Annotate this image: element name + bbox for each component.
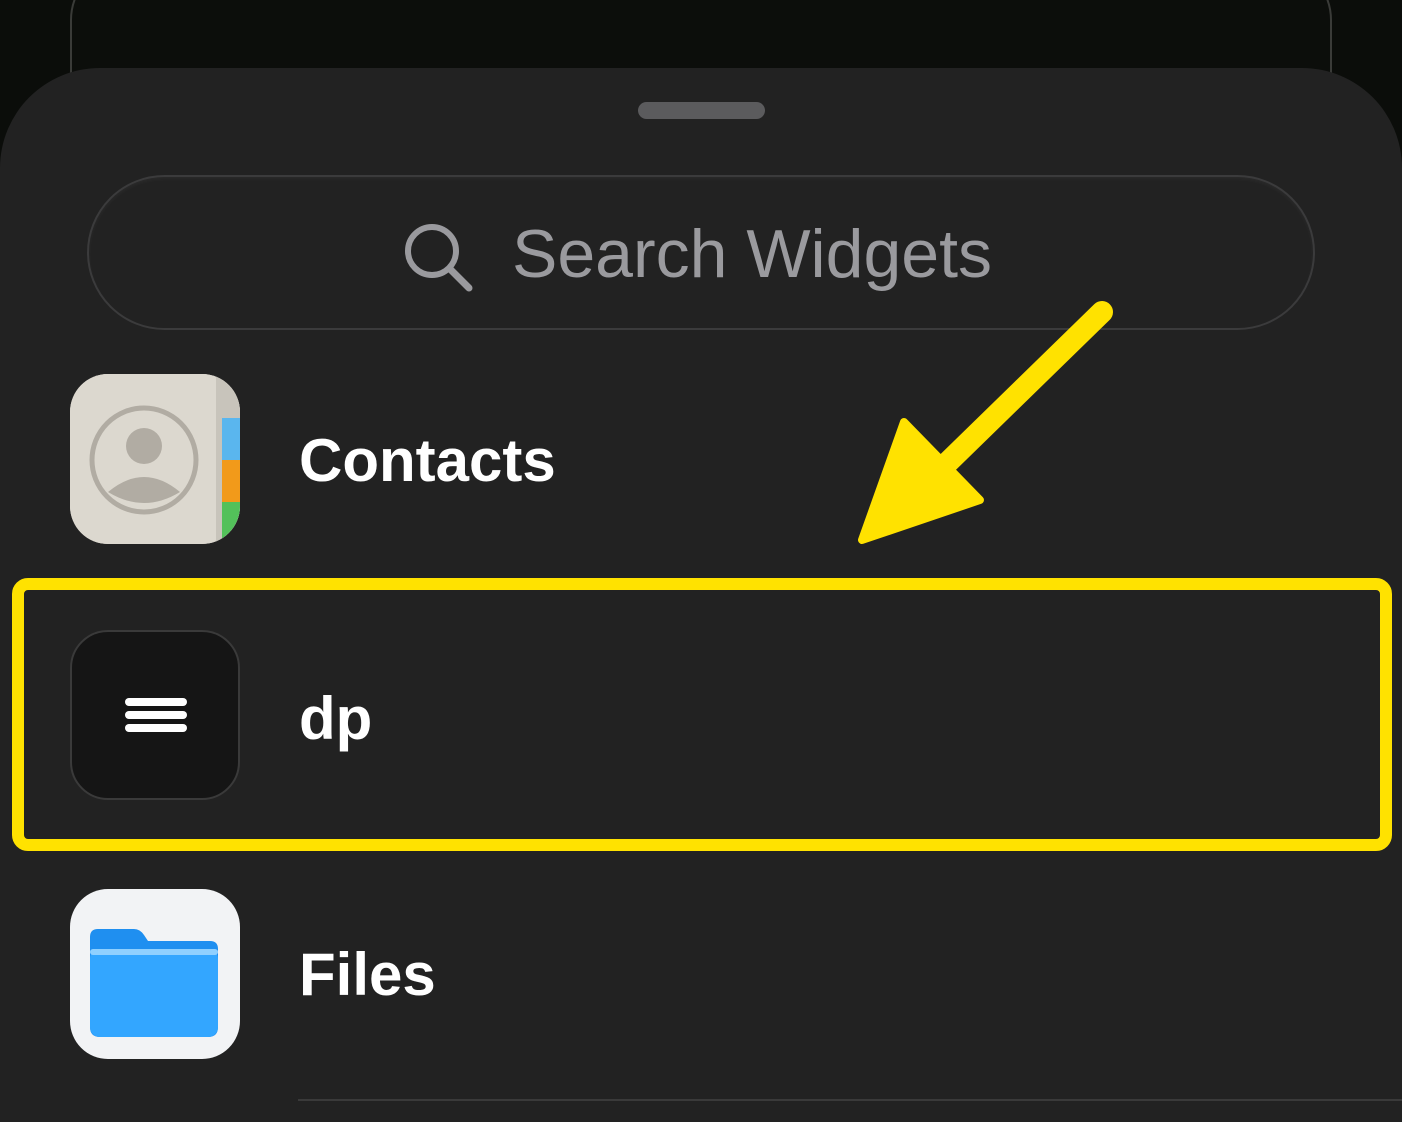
contacts-app-icon xyxy=(70,374,240,544)
app-label-files: Files xyxy=(299,941,436,1008)
dp-app-icon xyxy=(70,630,240,800)
app-label-contacts: Contacts xyxy=(299,427,556,494)
widget-app-row-dp[interactable]: dp xyxy=(0,616,1402,816)
app-label-dp: dp xyxy=(299,685,373,752)
files-app-icon xyxy=(70,889,240,1059)
row-divider xyxy=(298,1099,1402,1101)
widget-app-row-files[interactable]: Files xyxy=(0,875,1402,1075)
sheet-grabber-handle[interactable] xyxy=(638,102,765,119)
search-icon xyxy=(405,224,473,292)
widget-app-row-contacts[interactable]: Contacts xyxy=(0,360,1402,560)
search-placeholder: Search Widgets xyxy=(512,216,992,292)
